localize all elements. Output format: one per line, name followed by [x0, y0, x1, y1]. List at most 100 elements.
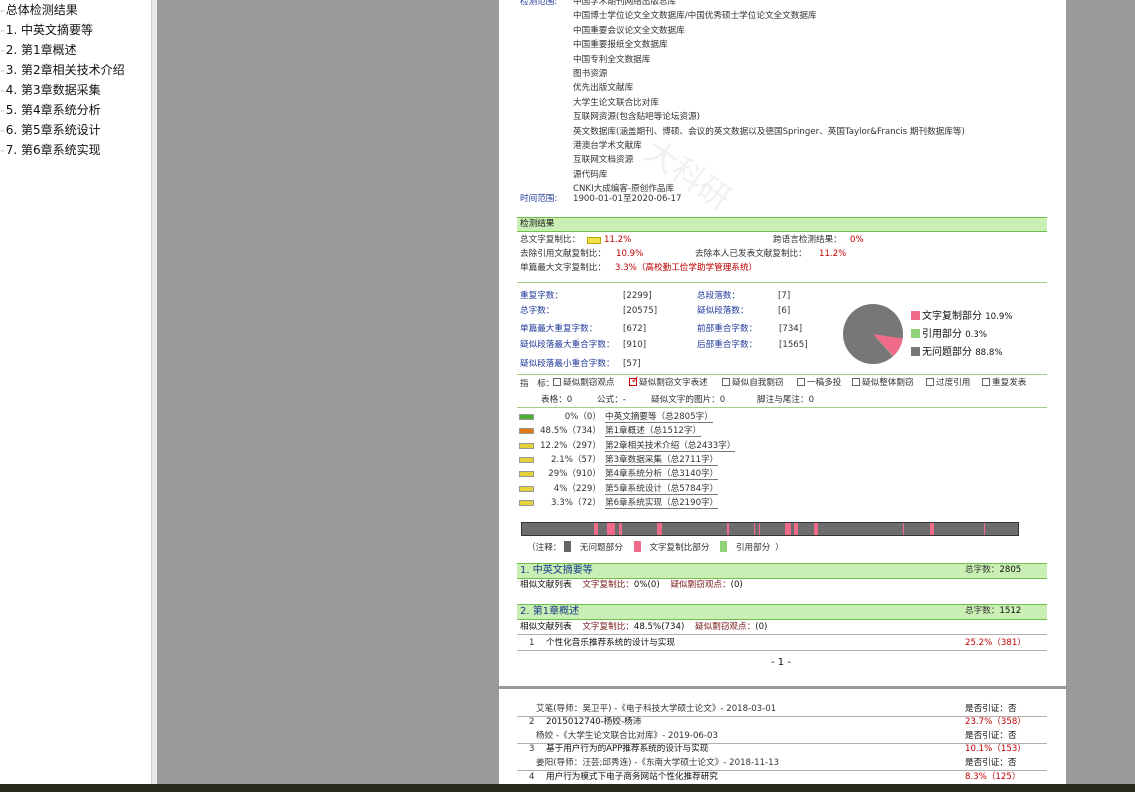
chapter-link[interactable]: 第2章相关技术介绍（总2433字） — [605, 441, 736, 452]
cross-lang-value: 0% — [850, 235, 864, 245]
chapter-link[interactable]: 第4章系统分析（总3140字） — [605, 469, 719, 481]
indicator-label: 疑似整体剽窃 — [862, 378, 914, 388]
outline-label: 1. 中英文摘要等 — [5, 23, 93, 37]
sim-row-pct: 23.7%（358） — [965, 717, 1026, 727]
page-number: - 1 - — [771, 657, 791, 668]
note-swatch-copy — [633, 541, 641, 552]
chapter-link[interactable]: 第5章系统设计（总5784字） — [605, 484, 719, 495]
checkbox[interactable] — [797, 378, 805, 386]
checkbox[interactable] — [852, 378, 860, 386]
outline-item[interactable]: ·· 7. 第6章系统实现 — [0, 141, 101, 158]
legend-copy-value: 10.9% — [985, 312, 1013, 322]
copy-segment — [727, 523, 729, 535]
chapter-swatch — [519, 442, 534, 449]
images-count: 疑似文字的图片：0 — [651, 395, 726, 405]
indicator-4[interactable]: 一稿多投 — [797, 378, 841, 389]
section-2-total: 总字数：1512 — [965, 606, 1021, 617]
sim-list-label: 相似文献列表 — [520, 622, 572, 632]
legend-copy-label: 文字复制部分 10.9% — [922, 311, 1013, 323]
divider — [517, 282, 1047, 283]
time-range-value: 1900-01-01至2020-06-17 — [573, 194, 682, 204]
indicator-label: 一稿多投 — [807, 378, 842, 388]
indicator-3[interactable]: 疑似自我剽窃 — [722, 378, 784, 389]
chapter-link[interactable]: 中英文摘要等（总2805字） — [605, 412, 713, 423]
indicator-1[interactable]: 疑似剽窃观点 — [553, 378, 615, 389]
outline-item[interactable]: ·· 1. 中英文摘要等 — [0, 21, 93, 38]
footnotes-count: 脚注与尾注：0 — [757, 395, 815, 405]
sim-row-title[interactable]: 用户行为模式下电子商务网站个性化推荐研究 — [546, 772, 718, 783]
outline-item[interactable]: ·· 3. 第2章相关技术介绍 — [0, 61, 125, 78]
checkbox[interactable] — [982, 378, 990, 386]
tree-dots: ·· — [0, 127, 5, 137]
scope-item: 源代码库 — [573, 169, 608, 180]
indicator-label: 疑似剽窃文字表述 — [639, 378, 708, 388]
checkbox-checked[interactable]: ✓ — [629, 375, 639, 386]
scope-item: 中国学术期刊网络出版总库 — [573, 0, 677, 7]
chapter-swatch — [519, 456, 534, 463]
outline-item[interactable]: ·· 5. 第4章系统分析 — [0, 101, 101, 118]
tree-dots: ·· — [0, 7, 5, 17]
section-1-title[interactable]: 1. 中英文摘要等 — [520, 565, 593, 576]
legend-ok-label: 无问题部分 88.8% — [922, 347, 1003, 359]
outline-item[interactable]: ·· 4. 第3章数据采集 — [0, 81, 101, 98]
tree-dots: ·· — [0, 47, 5, 57]
back-overlap-value: [1565] — [779, 340, 808, 350]
checkbox[interactable] — [926, 378, 934, 386]
outline-label: 总体检测结果 — [5, 3, 78, 17]
sus-paras-value: [6] — [778, 306, 791, 316]
excl-self-value: 11.2% — [819, 249, 847, 259]
copy-segment — [984, 523, 985, 535]
section-1-total: 总字数：2805 — [965, 565, 1021, 576]
indicator-2[interactable]: ✓ 疑似剽窃文字表述 — [629, 375, 708, 389]
chapter-link[interactable]: 第6章系统实现（总2190字） — [605, 498, 719, 509]
chapter-link[interactable]: 第1章概述（总1512字） — [605, 426, 702, 438]
total-copy-label: 总文字复制比： — [520, 235, 581, 245]
copy-segment — [759, 523, 760, 535]
pdf-viewer-area[interactable]: 大科研 检测范围: 中国学术期刊网络出版总库 中国博士学位论文全文数据库/中国优秀… — [157, 0, 1135, 784]
outline-label: 2. 第1章概述 — [5, 43, 77, 57]
note-quote-label: 引用部分 — [735, 543, 771, 553]
legend-swatch-copy — [911, 311, 920, 320]
copy-segment — [794, 523, 798, 535]
tables-count: 表格：0 — [541, 395, 573, 405]
outline-label: 3. 第2章相关技术介绍 — [5, 63, 125, 77]
outline-item[interactable]: ·· 6. 第5章系统设计 — [0, 121, 101, 138]
report-page-2: 艾笔(导师：吴卫平) -《电子科技大学硕士论文》- 2018-03-01 是否引… — [499, 689, 1066, 784]
sim-row-num: 2 — [529, 717, 535, 727]
total-chars-value: [20575] — [623, 306, 658, 316]
dup-chars-value: [2299] — [623, 291, 652, 301]
outline-item[interactable]: ·· 2. 第1章概述 — [0, 41, 77, 58]
legend-quote-label: 引用部分 0.3% — [922, 329, 987, 341]
similarity-pie-chart — [843, 304, 903, 364]
indicator-7[interactable]: 重复发表 — [982, 378, 1026, 389]
indicator-6[interactable]: 过度引用 — [926, 378, 970, 389]
divider — [517, 770, 1047, 771]
total-value: 1512 — [999, 606, 1022, 616]
note-copy-label: 文字复制比部分 — [649, 543, 710, 553]
chapter-swatch — [519, 414, 534, 420]
indicator-label: 重复发表 — [992, 378, 1027, 388]
checkbox[interactable] — [722, 378, 730, 386]
copy-segment — [657, 523, 662, 535]
section-2-title[interactable]: 2. 第1章概述 — [520, 606, 579, 617]
copy-segment — [930, 523, 934, 535]
legend-quote-value: 0.3% — [965, 330, 988, 340]
sim-row-title[interactable]: 个性化音乐推荐系统的设计与实现 — [546, 638, 675, 649]
outline-item[interactable]: ·· 总体检测结果 — [0, 1, 78, 18]
scope-item: 互联网文档资源 — [573, 155, 634, 166]
indicator-5[interactable]: 疑似整体剽窃 — [852, 378, 914, 389]
copy-segment — [594, 523, 598, 535]
copy-segment — [903, 523, 904, 535]
sim-row-title[interactable]: 2015012740-杨姣-杨沛 — [546, 717, 641, 728]
excl-ref-label: 去除引用文献复制比： — [520, 249, 606, 259]
indicator-label: 疑似自我剽窃 — [732, 378, 784, 388]
sim-row-title[interactable]: 基于用户行为的APP推荐系统的设计与实现 — [546, 744, 708, 755]
chapter-link[interactable]: 第3章数据采集（总2711字） — [605, 455, 719, 466]
note-prefix: （注释： — [527, 543, 562, 553]
checkbox[interactable] — [553, 378, 561, 386]
section-1-meta: 相似文献列表 文字复制比：0%(0) 疑似剽窃观点：(0) — [520, 580, 743, 591]
outline-label: 7. 第6章系统实现 — [5, 143, 101, 157]
chapter-pct: 2.1%（57） — [551, 454, 601, 465]
outline-label: 4. 第3章数据采集 — [5, 83, 101, 97]
tree-dots: ·· — [0, 87, 5, 97]
